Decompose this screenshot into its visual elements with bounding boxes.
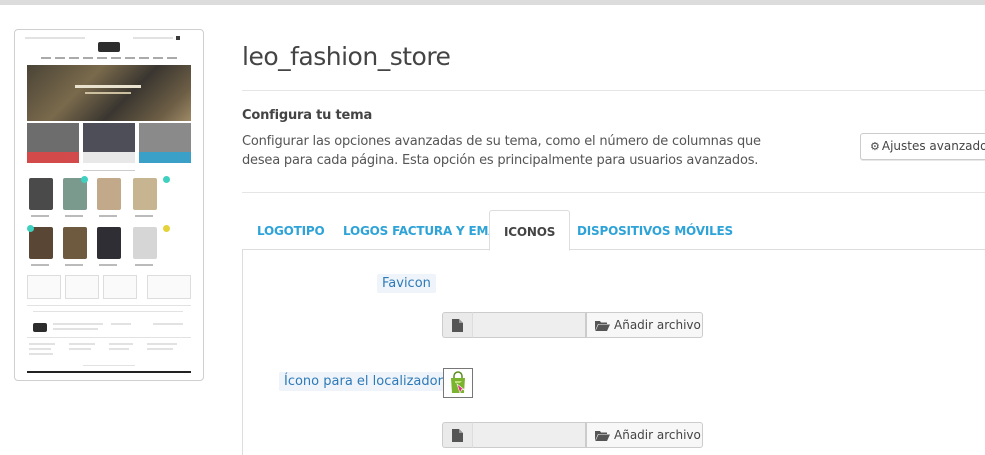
store-icon-label: Ícono para el localizador: [279, 372, 448, 391]
favicon-add-file-label: Añadir archivo: [614, 318, 701, 332]
shopping-bag-icon: [451, 371, 467, 394]
tab-logos-factura-email[interactable]: LOGOS FACTURA Y EMAIL: [343, 210, 509, 250]
configure-heading: Configura tu tema: [242, 108, 373, 123]
divider: [242, 192, 985, 193]
top-bar: [0, 0, 985, 5]
tab-iconos[interactable]: ICONOS: [489, 210, 571, 251]
file-icon: [442, 312, 472, 338]
gear-icon: ⚙: [870, 140, 880, 153]
configure-description: Configurar las opciones avanzadas de su …: [242, 134, 761, 168]
store-icon-preview: [443, 368, 473, 398]
favicon-label: Favicon: [377, 274, 436, 293]
tab-bar: LOGOTIPO LOGOS FACTURA Y EMAIL ICONOS DI…: [242, 210, 985, 251]
divider: [242, 90, 985, 91]
theme-title: leo_fashion_store: [242, 42, 451, 71]
advanced-settings-label: Ajustes avanzados: [881, 139, 985, 153]
advanced-settings-button[interactable]: ⚙ Ajustes avanzados: [860, 133, 985, 160]
theme-preview-thumbnail[interactable]: [14, 29, 204, 381]
tab-logotipo[interactable]: LOGOTIPO: [257, 210, 325, 250]
store-icon-add-file-label: Añadir archivo: [614, 428, 701, 442]
folder-open-icon: [595, 431, 610, 441]
favicon-upload-group: Añadir archivo: [442, 312, 703, 338]
favicon-file-input[interactable]: [472, 312, 586, 338]
theme-preview-image: [23, 35, 195, 375]
folder-open-icon: [595, 321, 610, 331]
favicon-add-file-button[interactable]: Añadir archivo: [586, 312, 703, 338]
store-icon-add-file-button[interactable]: Añadir archivo: [586, 422, 703, 448]
store-icon-file-input[interactable]: [472, 422, 586, 448]
store-icon-upload-group: Añadir archivo: [442, 422, 703, 448]
tab-dispositivos-moviles[interactable]: DISPOSITIVOS MÓVILES: [577, 210, 733, 250]
file-icon: [442, 422, 472, 448]
